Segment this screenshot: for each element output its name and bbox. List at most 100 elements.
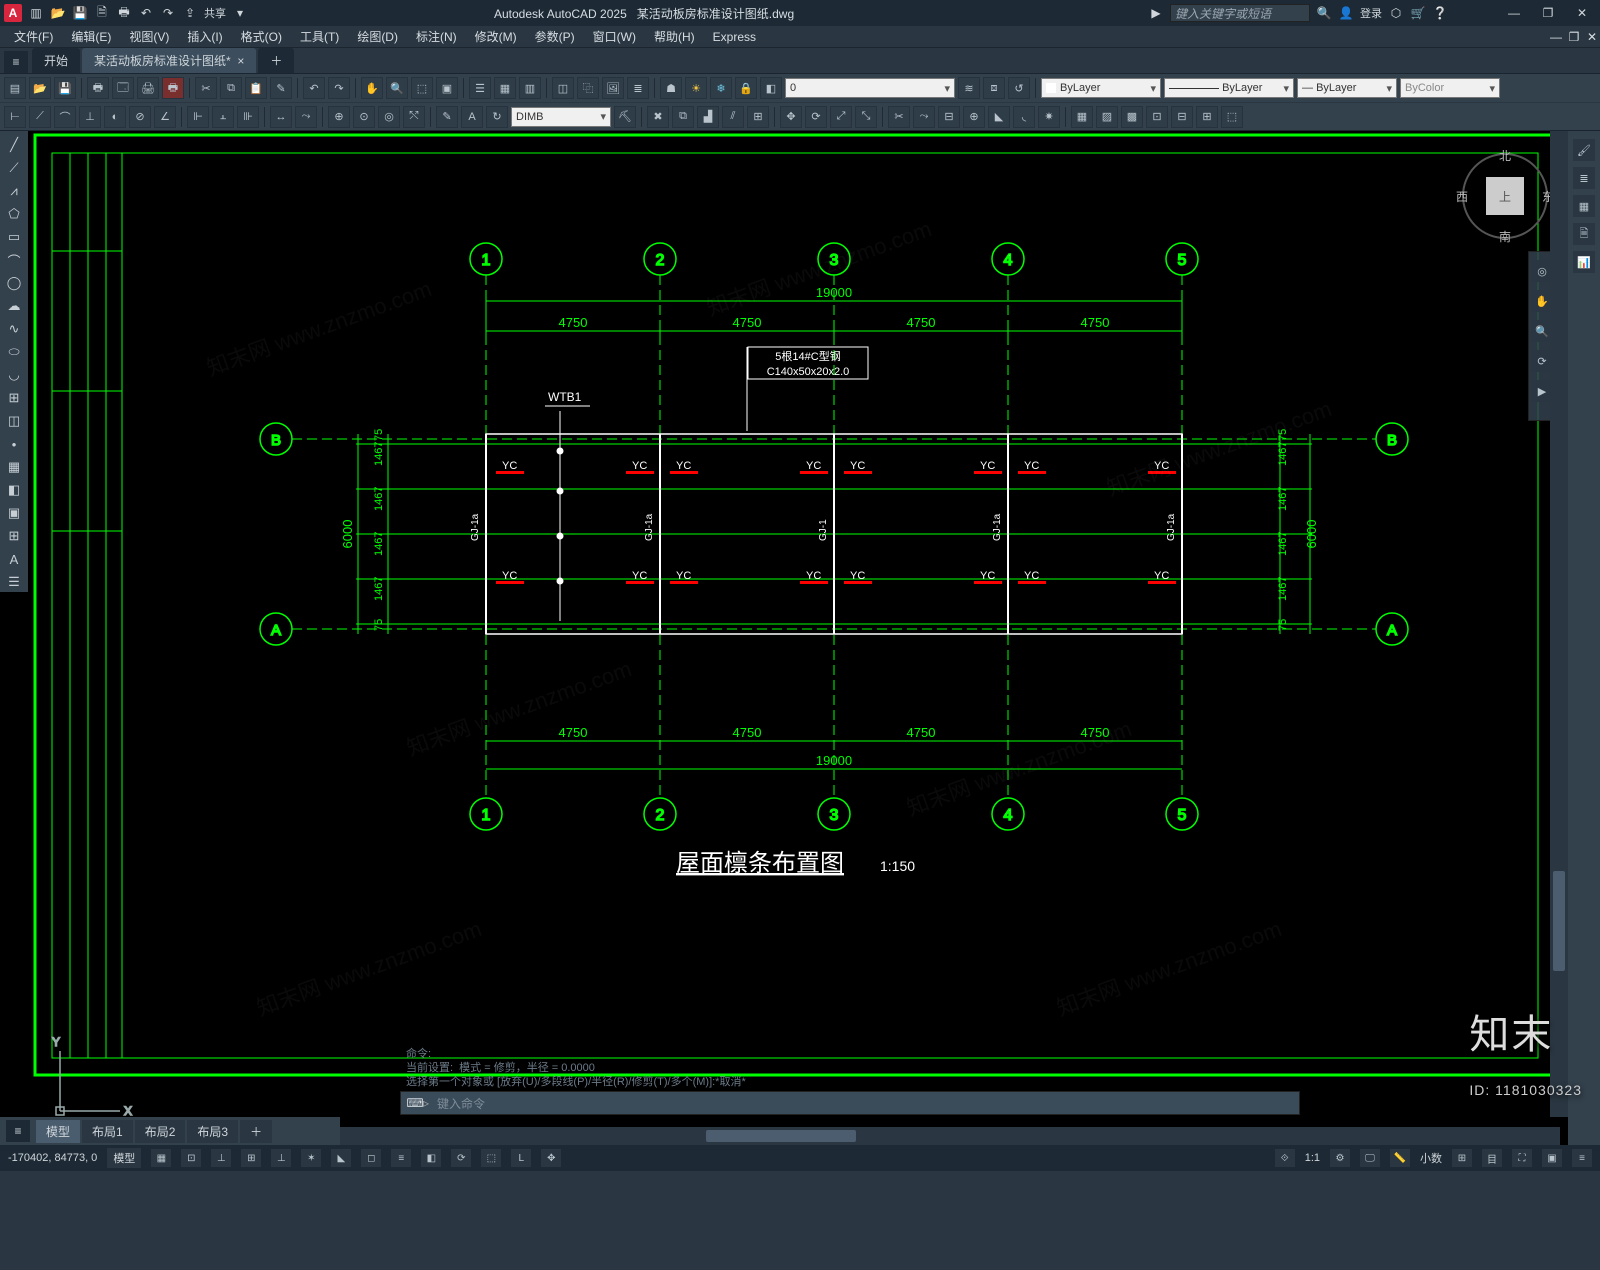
- m-extend-icon[interactable]: ⤳: [913, 106, 935, 128]
- account-login-label[interactable]: 登录: [1360, 5, 1382, 21]
- autodesk-app-icon[interactable]: ⬡: [1388, 5, 1404, 21]
- rp-brush-icon[interactable]: 🖌: [1573, 139, 1595, 161]
- sb-gizmo-icon[interactable]: ✥: [541, 1149, 561, 1167]
- tb-dc-icon[interactable]: ▦: [494, 77, 516, 99]
- status-scale[interactable]: 1:1: [1305, 1152, 1320, 1164]
- search-icon[interactable]: 🔍: [1316, 5, 1332, 21]
- status-space-button[interactable]: 模型: [107, 1148, 141, 1168]
- v-scrollbar[interactable]: [1550, 131, 1568, 1117]
- sb-infer-icon[interactable]: ⊥: [211, 1149, 231, 1167]
- tb-zoomwin-icon[interactable]: ⬚: [411, 77, 433, 99]
- m-trim-icon[interactable]: ✂: [888, 106, 910, 128]
- help-search-input[interactable]: 键入关键字或短语: [1170, 4, 1310, 22]
- layout-tab-model[interactable]: 模型: [36, 1120, 80, 1143]
- cart-icon[interactable]: 🛒: [1410, 5, 1426, 21]
- layout-tab-2[interactable]: 布局2: [135, 1120, 186, 1143]
- dim-ord-icon[interactable]: ⊥: [79, 106, 101, 128]
- qat-save-icon[interactable]: 💾: [72, 5, 88, 21]
- tb-sun-icon[interactable]: ☀: [685, 77, 707, 99]
- sb-osnap-icon[interactable]: ◻: [361, 1149, 381, 1167]
- m-g3-icon[interactable]: ▩: [1121, 106, 1143, 128]
- qat-plot-icon[interactable]: 🖶: [116, 5, 132, 21]
- sb-annoscale-icon[interactable]: ⟐: [1275, 1149, 1295, 1167]
- dim-space-icon[interactable]: ↔: [270, 106, 292, 128]
- menu-edit[interactable]: 编辑(E): [63, 26, 119, 47]
- tb-paste-icon[interactable]: 📋: [245, 77, 267, 99]
- file-tab-add-button[interactable]: ＋: [258, 48, 294, 73]
- dim-update-icon[interactable]: ↻: [486, 106, 508, 128]
- tb-lock-icon[interactable]: 🔒: [735, 77, 757, 99]
- rp-sheet-icon[interactable]: 🗎: [1573, 223, 1595, 245]
- drawing-area[interactable]: ╱ ⟋ ⩘ ⬠ ▭ ⌒ ◯ ☁ ∿ ⬭ ◡ ⊞ ◫ • ▦ ◧ ▣ ⊞ A ☰ …: [0, 131, 1600, 1145]
- m-rotate-icon[interactable]: ⟳: [805, 106, 827, 128]
- dim-inspect-icon[interactable]: ◎: [378, 106, 400, 128]
- qat-dropdown-icon[interactable]: ▾: [232, 5, 248, 21]
- tb-batch-icon[interactable]: 🖶: [162, 77, 184, 99]
- h-scrollbar[interactable]: [340, 1127, 1560, 1145]
- layout-tab-1[interactable]: 布局1: [82, 1120, 133, 1143]
- qat-undo-icon[interactable]: ↶: [138, 5, 154, 21]
- dim-style-icon[interactable]: ⛏: [614, 106, 636, 128]
- app-logo-icon[interactable]: A: [4, 4, 22, 22]
- dim-ang-icon[interactable]: ∠: [154, 106, 176, 128]
- menu-modify[interactable]: 修改(M): [467, 26, 525, 47]
- tb-copy-icon[interactable]: ⧉: [220, 77, 242, 99]
- menu-insert[interactable]: 插入(I): [179, 26, 230, 47]
- window-maximize-button[interactable]: ❐: [1534, 3, 1562, 23]
- m-offset-icon[interactable]: ⫽: [722, 106, 744, 128]
- m-break-icon[interactable]: ⊟: [938, 106, 960, 128]
- tb-field-icon[interactable]: ≣: [627, 77, 649, 99]
- tb-match-icon[interactable]: ✎: [270, 77, 292, 99]
- rp-blocks-icon[interactable]: ▦: [1573, 195, 1595, 217]
- dimstyle-combo[interactable]: DIMB▾: [511, 107, 611, 127]
- m-stretch-icon[interactable]: ⤡: [855, 106, 877, 128]
- layout-tab-3[interactable]: 布局3: [187, 1120, 238, 1143]
- prop-color-combo[interactable]: ByColor▾: [1400, 78, 1500, 98]
- sb-ortho-icon[interactable]: ⊥: [271, 1149, 291, 1167]
- qat-redo-icon[interactable]: ↷: [160, 5, 176, 21]
- m-join-icon[interactable]: ⊕: [963, 106, 985, 128]
- layout-menu-icon[interactable]: ≡: [6, 1120, 30, 1142]
- tb-cut-icon[interactable]: ✂: [195, 77, 217, 99]
- help-icon[interactable]: ❔: [1432, 5, 1448, 21]
- qat-new-icon[interactable]: ▥: [28, 5, 44, 21]
- m-explode-icon[interactable]: ✷: [1038, 106, 1060, 128]
- dim-edit-icon[interactable]: ✎: [436, 106, 458, 128]
- file-tab-menu-icon[interactable]: ≡: [4, 51, 28, 73]
- sb-trans-icon[interactable]: ◧: [421, 1149, 441, 1167]
- menu-format[interactable]: 格式(O): [233, 26, 290, 47]
- doc-close-button[interactable]: ✕: [1584, 29, 1600, 45]
- m-scale-icon[interactable]: ⤢: [830, 106, 852, 128]
- viewcube-n[interactable]: 北: [1499, 147, 1511, 164]
- tb-save-icon[interactable]: 💾: [54, 77, 76, 99]
- sb-grid-icon[interactable]: ▦: [151, 1149, 171, 1167]
- rp-layers-icon[interactable]: ≣: [1573, 167, 1595, 189]
- menu-file[interactable]: 文件(F): [6, 26, 61, 47]
- m-chamfer-icon[interactable]: ◣: [988, 106, 1010, 128]
- tb-props-icon[interactable]: ☰: [469, 77, 491, 99]
- window-minimize-button[interactable]: —: [1500, 3, 1528, 23]
- tb-new-icon[interactable]: ▤: [4, 77, 26, 99]
- m-g5-icon[interactable]: ⊟: [1171, 106, 1193, 128]
- tb-publish-icon[interactable]: 🖨: [137, 77, 159, 99]
- dim-tol-icon[interactable]: ⊕: [328, 106, 350, 128]
- sb-ws-icon[interactable]: ⚙: [1330, 1149, 1350, 1167]
- dim-linear-icon[interactable]: ⊢: [4, 106, 26, 128]
- dim-base-icon[interactable]: ⫠: [212, 106, 234, 128]
- sb-iso-icon[interactable]: ◣: [331, 1149, 351, 1167]
- sb-isoplane-icon[interactable]: 目: [1482, 1149, 1502, 1167]
- window-close-button[interactable]: ✕: [1568, 3, 1596, 23]
- menu-window[interactable]: 窗口(W): [585, 26, 644, 47]
- file-tab-current[interactable]: 某活动板房标准设计图纸* ×: [82, 48, 256, 73]
- sb-polar-icon[interactable]: ✶: [301, 1149, 321, 1167]
- sb-lwt-icon[interactable]: ≡: [391, 1149, 411, 1167]
- tb-preview-icon[interactable]: 🗔: [112, 77, 134, 99]
- tb-layiso-icon[interactable]: ⧈: [983, 77, 1005, 99]
- tb-undo-icon[interactable]: ↶: [303, 77, 325, 99]
- dim-dia-icon[interactable]: ⊘: [129, 106, 151, 128]
- dim-cont-icon[interactable]: ⊪: [237, 106, 259, 128]
- layer-combo[interactable]: 0▾: [785, 78, 955, 98]
- viewcube-s[interactable]: 南: [1499, 228, 1511, 245]
- dim-jog-icon[interactable]: ⤲: [403, 106, 425, 128]
- sb-clean-icon[interactable]: ▣: [1542, 1149, 1562, 1167]
